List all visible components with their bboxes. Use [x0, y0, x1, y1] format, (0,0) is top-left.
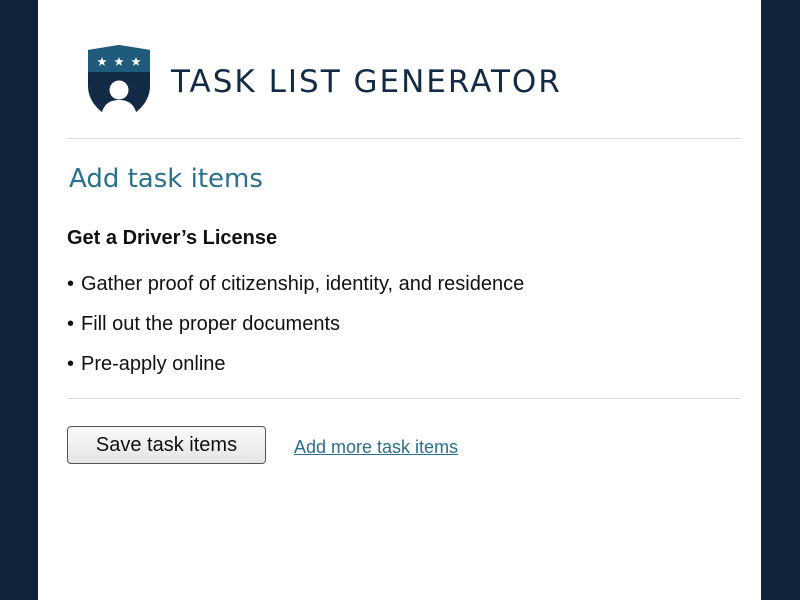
section-title: Add task items: [69, 164, 263, 194]
app-header: TASK LIST GENERATOR: [86, 44, 746, 124]
task-heading: Get a Driver’s License: [67, 227, 278, 249]
list-item: • Fill out the proper documents: [67, 310, 524, 350]
list-item: • Gather proof of citizenship, identity, …: [67, 270, 524, 310]
actions-divider: [67, 398, 741, 399]
bullet-icon: •: [67, 313, 75, 335]
app-title: TASK LIST GENERATOR: [171, 64, 562, 100]
save-task-items-button[interactable]: Save task items: [67, 426, 266, 464]
add-more-task-items-link[interactable]: Add more task items: [294, 437, 458, 458]
list-item: • Pre-apply online: [67, 350, 524, 390]
task-list: • Gather proof of citizenship, identity, …: [67, 270, 524, 390]
task-item-text: Pre-apply online: [81, 353, 226, 375]
bullet-icon: •: [67, 273, 75, 295]
main-panel: TASK LIST GENERATOR Add task items Get a…: [38, 0, 761, 600]
bullet-icon: •: [67, 353, 75, 375]
task-item-text: Gather proof of citizenship, identity, a…: [81, 273, 525, 295]
header-divider: [67, 138, 741, 139]
task-item-text: Fill out the proper documents: [81, 313, 341, 335]
shield-person-icon: [88, 45, 150, 122]
